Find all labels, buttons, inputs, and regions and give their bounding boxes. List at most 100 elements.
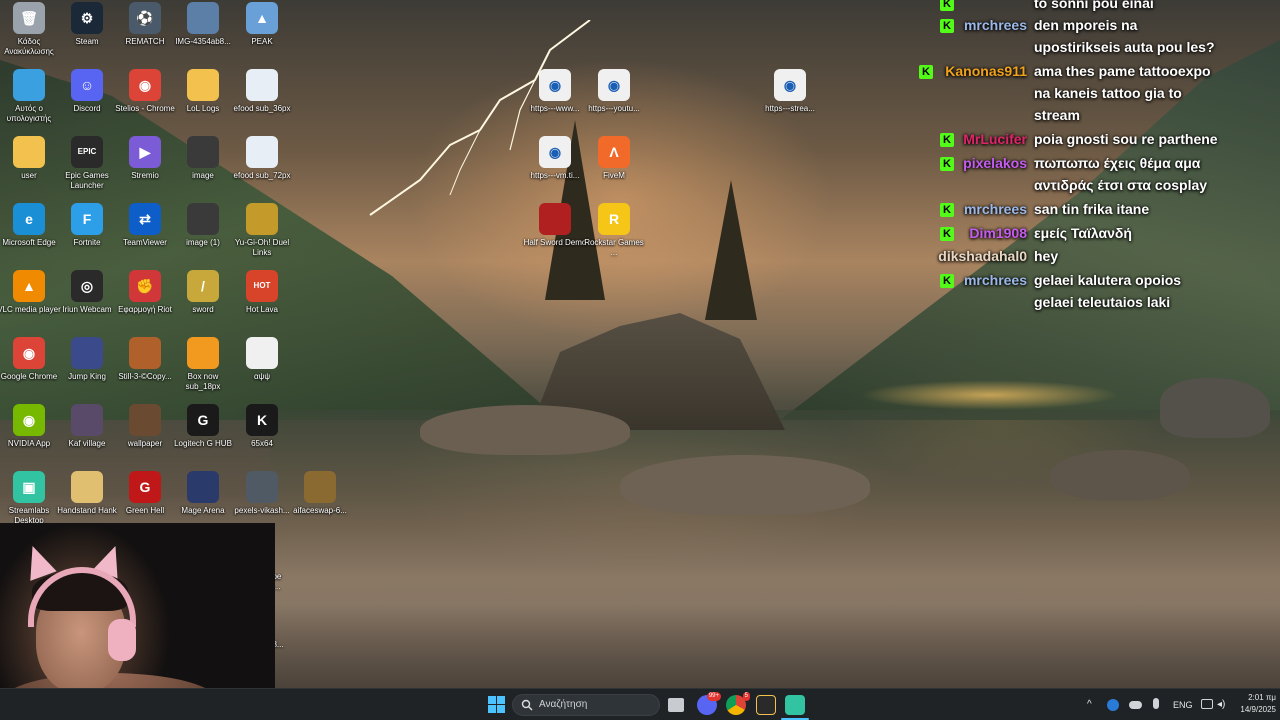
desktop-icon[interactable]: ⇄ TeamViewer [113, 203, 177, 248]
desktop-icon[interactable]: Still-3-©Copy... [113, 337, 177, 382]
desktop-icon[interactable]: Kaf village [55, 404, 119, 449]
taskbar-streamlabs-icon[interactable] [785, 695, 805, 715]
volume-icon[interactable]: ◂) [1217, 699, 1225, 710]
desktop-icon[interactable]: efood sub_36px [230, 69, 294, 114]
desktop-icon-label: user [21, 171, 37, 180]
desktop-icon-label: Yu-Gi-Oh! Duel Links [234, 238, 290, 257]
recycle-bin-icon: 🗑 [13, 2, 45, 34]
chat-username[interactable]: Kanonas911 [880, 60, 1027, 82]
desktop-icon-label: Green Hell [125, 506, 165, 515]
chat-message-text: εμείς Ταϊλανδή [1034, 225, 1132, 241]
image-file-icon [71, 404, 103, 436]
desktop-icon[interactable]: Αυτός ο υπολογιστής [0, 69, 61, 124]
desktop-icon[interactable]: ⚙ Steam [55, 2, 119, 47]
chat-username[interactable]: mrchrees [880, 269, 1027, 291]
windows-logo-icon [488, 705, 496, 713]
wallpaper-rock [1160, 378, 1270, 438]
desktop-icon[interactable]: ◉ NVIDIA App [0, 404, 61, 449]
search-placeholder: Αναζήτηση [539, 699, 588, 710]
onedrive-cloud-icon[interactable] [1129, 701, 1142, 709]
chat-message-text: ama thes pame tattooexpo na kaneis tatto… [1034, 63, 1211, 123]
desktop-icon[interactable]: ◉ https---www... [523, 69, 587, 114]
desktop-icon[interactable]: Λ FiveM [582, 136, 646, 181]
microphone-icon[interactable] [1153, 698, 1159, 709]
desktop-icon-label: https---youtu... [588, 104, 640, 113]
chat-username[interactable]: pixelakos [880, 152, 1027, 174]
desktop-icon-label: VLC media player [0, 305, 61, 314]
desktop-icon[interactable]: IMG-4354ab8... [171, 2, 235, 47]
desktop-icon-label: Stelios - Chrome [115, 104, 175, 113]
chat-username[interactable]: mrchrees [880, 14, 1027, 36]
desktop-icon[interactable]: ◎ Iriun Webcam [55, 270, 119, 315]
desktop-icon[interactable]: ◉ https---vm.ti... [523, 136, 587, 181]
desktop-icon[interactable]: ◉ Google Chrome [0, 337, 61, 382]
desktop-icon[interactable]: ☺ Discord [55, 69, 119, 114]
chrome-shortcut-icon: ◉ [539, 136, 571, 168]
chrome-icon: ◉ [13, 337, 45, 369]
desktop-icon[interactable]: aifaceswap-6... [288, 471, 352, 516]
desktop-icon[interactable]: ▶ Stremio [113, 136, 177, 181]
chat-username[interactable]: MrLucifer [880, 128, 1027, 150]
network-monitor-icon[interactable] [1201, 699, 1213, 709]
desktop-icon[interactable]: Jump King [55, 337, 119, 382]
desktop-icon[interactable]: EPIC Epic Games Launcher [55, 136, 119, 191]
task-view-icon[interactable] [668, 698, 684, 712]
desktop-icon[interactable]: G Green Hell [113, 471, 177, 516]
desktop-icon[interactable]: HOT Hot Lava [230, 270, 294, 315]
desktop-icon-label: image [192, 171, 214, 180]
desktop-icon[interactable]: user [0, 136, 61, 181]
desktop-icon[interactable]: F Fortnite [55, 203, 119, 248]
desktop-icon[interactable]: K 65x64 [230, 404, 294, 449]
desktop-icon[interactable]: LoL Logs [171, 69, 235, 114]
start-button[interactable] [487, 695, 507, 715]
desktop-icon-label: αψψ [253, 372, 271, 381]
desktop-icon[interactable]: Half Sword Demo [523, 203, 587, 248]
desktop-icon[interactable]: image (1) [171, 203, 235, 248]
desktop-icon[interactable]: R Rockstar Games ... [582, 203, 646, 258]
desktop-icon[interactable]: αψψ [230, 337, 294, 382]
clock-date[interactable]: 14/9/2025 [1232, 705, 1276, 714]
taskbar-app-icon[interactable] [756, 695, 776, 715]
epic-games-icon: EPIC [71, 136, 103, 168]
desktop-icon[interactable]: ✊ Εφαρμογή Riot [113, 270, 177, 315]
desktop-icon-label: Rockstar Games ... [584, 238, 644, 257]
edge-icon: e [13, 203, 45, 235]
desktop-icon[interactable]: ◉ https---youtu... [582, 69, 646, 114]
desktop-icon[interactable]: Yu-Gi-Oh! Duel Links [230, 203, 294, 258]
desktop-icon[interactable]: pexels-vikash... [230, 471, 294, 516]
clock-time[interactable]: 2:01 πμ [1236, 693, 1276, 702]
desktop-icon[interactable]: wallpaper [113, 404, 177, 449]
chat-username[interactable]: mrchrees [880, 198, 1027, 220]
desktop-icon[interactable]: / sword [171, 270, 235, 315]
desktop-icon[interactable]: ◉ Stelios - Chrome [113, 69, 177, 114]
sword-icon: / [187, 270, 219, 302]
desktop-icon[interactable]: 🗑 Κάδος Ανακύκλωσης [0, 2, 61, 57]
desktop-icon[interactable]: ▲ VLC media player [0, 270, 61, 315]
desktop-icon-label: Mage Arena [181, 506, 225, 515]
language-indicator[interactable]: ENG [1173, 700, 1193, 710]
desktop-icon[interactable]: ⚽ REMATCH [113, 2, 177, 47]
chat-username[interactable]: dikshadahal0 [880, 245, 1027, 267]
desktop-icon[interactable]: image [171, 136, 235, 181]
steam-icon: ⚙ [71, 2, 103, 34]
desktop-icon-label: https---strea... [765, 104, 815, 113]
taskbar-discord-icon[interactable]: 99+ [697, 692, 721, 715]
chat-username[interactable]: Dim1908 [880, 222, 1027, 244]
desktop-icon[interactable]: ▲ PEAK [230, 2, 294, 47]
kick-icon: K [246, 404, 278, 436]
taskbar-chrome-icon[interactable]: 5 [726, 692, 750, 715]
desktop-icon[interactable]: G Logitech G HUB [171, 404, 235, 449]
windows-logo-icon [488, 696, 496, 704]
desktop-icon[interactable]: ▣ Streamlabs Desktop [0, 471, 61, 526]
desktop-icon[interactable]: Box now sub_18px [171, 337, 235, 392]
taskbar-search-box[interactable]: Αναζήτηση [512, 694, 660, 716]
desktop-icon[interactable]: efood sub_72px [230, 136, 294, 181]
tray-overflow-chevron-icon[interactable]: ^ [1087, 699, 1092, 710]
desktop-icon[interactable]: Mage Arena [171, 471, 235, 516]
desktop-icon-label: Fortnite [73, 238, 101, 247]
chrome-profile-icon: ◉ [129, 69, 161, 101]
desktop-icon[interactable]: Handstand Hank [55, 471, 119, 516]
desktop-icon[interactable]: e Microsoft Edge [0, 203, 61, 248]
tray-app-icon[interactable] [1107, 699, 1119, 711]
desktop-icon[interactable]: ◉ https---strea... [758, 69, 822, 114]
